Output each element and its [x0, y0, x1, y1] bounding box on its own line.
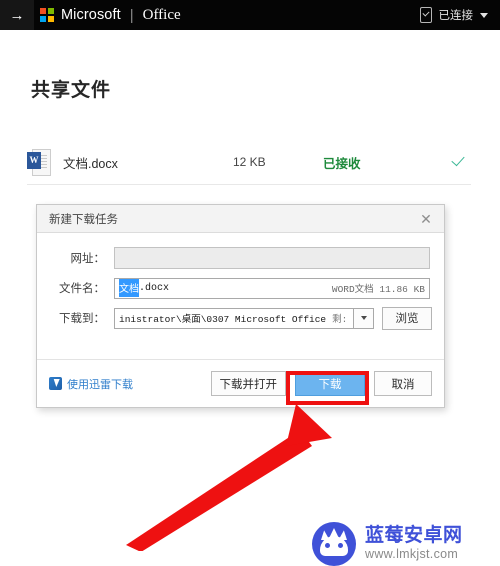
- file-status-badge: 已接收: [323, 156, 361, 171]
- use-thunder-download-link[interactable]: 使用迅雷下载: [49, 376, 133, 392]
- saveto-free-space-label: 剩: 61.77 GB: [332, 314, 353, 325]
- file-size-label: 12 KB: [233, 155, 266, 169]
- back-arrow-icon[interactable]: →: [0, 0, 34, 30]
- cancel-button[interactable]: 取消: [374, 371, 432, 396]
- brand-separator: |: [129, 6, 134, 24]
- thunder-icon: [49, 377, 62, 390]
- brand-microsoft-label: Microsoft: [61, 7, 121, 23]
- word-icon-letter: W: [27, 152, 41, 169]
- new-download-task-dialog: 新建下载任务 ✕ 网址： 文件名： 文档 .docx WORD文档 11.86 K…: [36, 204, 445, 408]
- logo-square-green: [48, 8, 54, 14]
- word-document-icon: W: [27, 149, 51, 176]
- filename-field-row: 文件名： 文档 .docx WORD文档 11.86 KB: [37, 273, 444, 303]
- close-icon[interactable]: ✕: [416, 209, 436, 229]
- logo-square-red: [40, 8, 46, 14]
- shared-file-row[interactable]: W 文档.docx 12 KB 已接收: [27, 140, 471, 185]
- phone-icon: [419, 7, 432, 23]
- saveto-path-value: inistrator\桌面\0307 Microsoft Office: [119, 314, 327, 325]
- url-field-label: 网址：: [70, 253, 106, 265]
- connection-status-label: 已连接: [438, 10, 474, 22]
- download-and-open-button[interactable]: 下载并打开: [210, 371, 286, 396]
- file-name-label: 文档.docx: [63, 156, 118, 171]
- brand-office-label: Office: [142, 6, 181, 23]
- saveto-field-row: 下载到： inistrator\桌面\0307 Microsoft Office…: [37, 303, 444, 333]
- url-input[interactable]: [114, 247, 430, 269]
- url-field-row: 网址：: [37, 243, 444, 273]
- dialog-button-group: 下载并打开 下载 取消: [210, 371, 432, 396]
- filename-selected-text: 文档: [119, 279, 139, 297]
- dialog-body: 网址： 文件名： 文档 .docx WORD文档 11.86 KB 下载到： in…: [37, 233, 444, 333]
- filename-meta-label: WORD文档 11.86 KB: [331, 284, 425, 295]
- saveto-dropdown-button[interactable]: [354, 307, 374, 329]
- use-thunder-download-label: 使用迅雷下载: [67, 378, 133, 391]
- dialog-titlebar: 新建下载任务 ✕: [37, 205, 444, 233]
- check-icon: [450, 154, 467, 171]
- logo-square-yellow: [48, 16, 54, 22]
- saveto-field-label: 下载到：: [59, 313, 105, 325]
- site-watermark: 蓝莓安卓网 www.lmkjst.com: [312, 522, 463, 566]
- download-button[interactable]: 下载: [295, 371, 365, 396]
- filename-field-label: 文件名：: [59, 283, 105, 295]
- app-topbar: → Microsoft | Office 已连接: [0, 0, 500, 30]
- blueberry-android-mascot-icon: [312, 522, 356, 566]
- page-body: 共享文件 W 文档.docx 12 KB 已接收 新建下载任务 ✕ 网址： 文件…: [0, 30, 500, 566]
- watermark-site-name: 蓝莓安卓网: [365, 525, 463, 547]
- microsoft-logo-icon: [40, 8, 54, 22]
- browse-button[interactable]: 浏览: [382, 306, 432, 330]
- page-title: 共享文件: [31, 80, 112, 101]
- caret-down-icon[interactable]: [480, 12, 488, 18]
- dialog-title: 新建下载任务: [49, 213, 118, 226]
- dialog-footer: 使用迅雷下载 下载并打开 下载 取消: [37, 359, 444, 407]
- logo-square-blue: [40, 16, 46, 22]
- connection-status-group[interactable]: 已连接: [419, 7, 488, 23]
- caret-down-icon: [360, 316, 367, 320]
- filename-extension: .docx: [139, 282, 170, 294]
- filename-input[interactable]: 文档 .docx WORD文档 11.86 KB: [114, 277, 430, 299]
- watermark-site-url: www.lmkjst.com: [365, 547, 459, 562]
- saveto-path-input[interactable]: inistrator\桌面\0307 Microsoft Office 剩: 6…: [114, 307, 354, 329]
